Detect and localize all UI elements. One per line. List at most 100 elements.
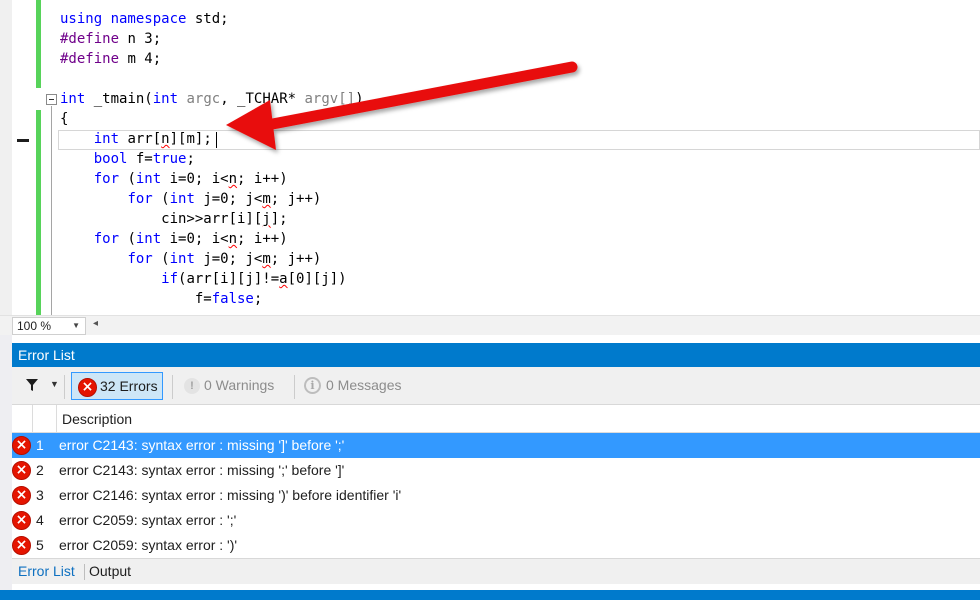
code-token: m 4;	[119, 51, 162, 67]
code-token: i=0; i<	[161, 231, 229, 247]
error-number: 3	[36, 487, 44, 503]
error-line-marker	[17, 139, 29, 142]
toolbar-separator	[294, 375, 295, 399]
error-squiggle-token: a	[279, 271, 288, 287]
error-number: 4	[36, 512, 44, 528]
keyword-token: for	[127, 191, 153, 207]
errors-filter-button[interactable]: × 32 Errors	[71, 372, 163, 400]
error-description: error C2059: syntax error : ')'	[59, 537, 238, 553]
code-token: arr[	[119, 131, 162, 147]
keyword-token: int	[169, 191, 195, 207]
code-line[interactable]: for (int i=0; i<n; i++)	[60, 229, 288, 249]
window-frame-left	[0, 335, 12, 590]
error-number: 2	[36, 462, 44, 478]
code-token: argv[]	[304, 91, 356, 107]
preprocessor-token: #define	[60, 31, 120, 47]
zoom-level-value: 100 %	[17, 319, 52, 333]
keyword-token: for	[93, 231, 120, 247]
table-row[interactable]: × 5 error C2059: syntax error : ')'	[12, 533, 980, 558]
error-list-title-bar[interactable]: Error List	[12, 343, 980, 367]
table-row[interactable]: × 2 error C2143: syntax error : missing ';…	[12, 458, 980, 483]
table-row[interactable]: × 3 error C2146: syntax error : missing ')…	[12, 483, 980, 508]
code-token: cin>>arr[i][	[60, 211, 263, 227]
code-token: _tmain(	[85, 91, 153, 107]
keyword-token: if	[161, 271, 179, 287]
code-line[interactable]: for (int i=0; i<n; i++)	[60, 169, 288, 189]
warnings-filter-button[interactable]: ! 0 Warnings	[180, 372, 295, 400]
description-column-header[interactable]: Description	[62, 405, 132, 433]
code-editor[interactable]: using namespace std; #define n 3; #define …	[0, 0, 980, 315]
code-token: i=0; i<	[161, 171, 229, 187]
keyword-token: int	[93, 131, 120, 147]
code-line[interactable]: #define m 4;	[60, 49, 161, 69]
tab-error-list[interactable]: Error List	[18, 559, 75, 583]
zoom-level-dropdown[interactable]: 100 % ▼	[12, 317, 86, 335]
code-line[interactable]: #define n 3;	[60, 29, 161, 49]
error-list-toolbar: ▼ × 32 Errors ! 0 Warnings i 0 Messages	[12, 367, 980, 405]
error-number: 5	[36, 537, 44, 553]
error-icon: ×	[12, 536, 31, 555]
error-icon: ×	[12, 436, 31, 455]
code-line[interactable]: cin>>arr[i][j];	[60, 209, 287, 229]
table-row[interactable]: × 4 error C2059: syntax error : ';'	[12, 508, 980, 533]
scroll-left-icon[interactable]: ◂	[93, 318, 98, 329]
keyword-token: int	[60, 91, 86, 107]
filter-icon[interactable]	[26, 379, 38, 391]
preprocessor-token: #define	[60, 51, 120, 67]
code-line[interactable]: if(arr[i][j]!=a[0][j])	[60, 269, 346, 289]
chevron-down-icon: ▼	[72, 321, 80, 330]
column-separator[interactable]	[32, 405, 33, 433]
code-token: ;	[253, 291, 263, 307]
error-list-title: Error List	[18, 347, 75, 363]
code-token: j=0; j<	[194, 251, 263, 267]
code-token: ][m];	[169, 131, 212, 147]
keyword-token: int	[135, 231, 162, 247]
column-separator[interactable]	[56, 405, 57, 433]
error-number: 1	[36, 437, 44, 453]
keyword-token: for	[127, 251, 153, 267]
error-squiggle-token: n	[228, 171, 238, 187]
errors-count-label: 32 Errors	[100, 378, 158, 394]
messages-filter-button[interactable]: i 0 Messages	[302, 372, 427, 400]
table-row[interactable]: × 1 error C2143: syntax error : missing ']…	[12, 433, 980, 458]
warnings-count-label: 0 Warnings	[204, 377, 275, 393]
error-description: error C2059: syntax error : ';'	[59, 512, 237, 528]
chevron-down-icon[interactable]: ▼	[50, 379, 59, 389]
warning-icon: !	[184, 378, 200, 394]
code-line[interactable]: int _tmain(int argc, _TCHAR* argv[])	[60, 89, 364, 109]
error-description: error C2143: syntax error : missing ']' …	[59, 437, 345, 453]
keyword-token: int	[169, 251, 195, 267]
code-token: , _TCHAR*	[220, 91, 305, 107]
change-tracking-bar	[36, 0, 41, 88]
code-token: ; j++)	[270, 251, 322, 267]
code-line[interactable]: for (int j=0; j<m; j++)	[60, 249, 321, 269]
editor-status-strip: 100 % ▼ ◂	[0, 315, 980, 335]
tab-output[interactable]: Output	[89, 559, 131, 583]
code-line[interactable]: using namespace std;	[60, 9, 229, 29]
code-line[interactable]: f=false;	[60, 289, 262, 309]
code-token: (	[119, 231, 136, 247]
error-squiggle-token: m	[262, 191, 271, 207]
code-token: n 3;	[119, 31, 162, 47]
code-token: ; i++)	[237, 231, 288, 247]
error-squiggle-token: j	[262, 211, 271, 227]
keyword-token: bool	[93, 151, 128, 167]
keyword-token: for	[93, 171, 120, 187]
code-token: (	[119, 171, 136, 187]
error-icon: ×	[78, 378, 97, 397]
code-line[interactable]: for (int j=0; j<m; j++)	[60, 189, 321, 209]
code-token: (	[152, 251, 170, 267]
code-line[interactable]: int arr[n][m];	[60, 129, 212, 149]
code-token: ; i++)	[237, 171, 288, 187]
code-token: (	[152, 191, 170, 207]
code-line[interactable]: {	[60, 109, 68, 129]
code-token: f=	[127, 151, 153, 167]
collapse-toggle[interactable]	[46, 94, 57, 105]
code-line[interactable]: bool f=true;	[60, 149, 195, 169]
error-icon: ×	[12, 461, 31, 480]
keyword-token: true	[152, 151, 187, 167]
